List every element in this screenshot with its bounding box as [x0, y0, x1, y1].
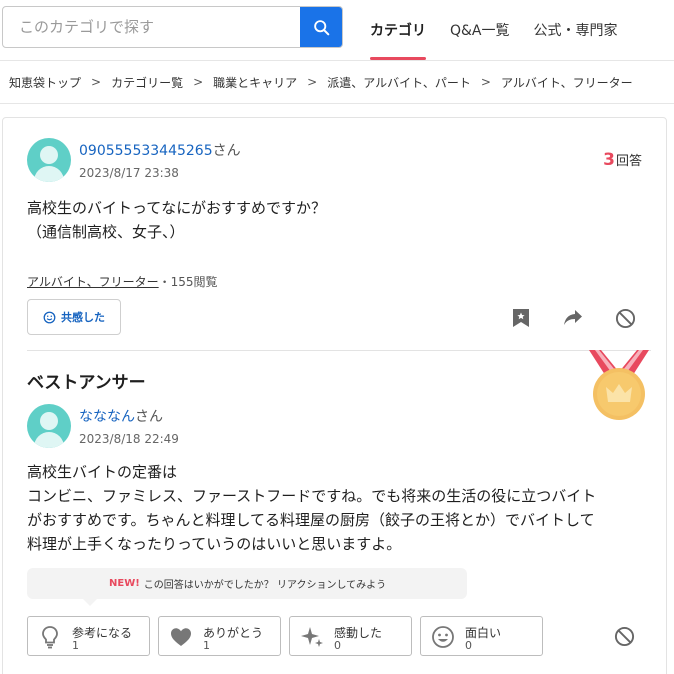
- chevron-right-icon: >: [91, 75, 102, 89]
- answer-user-link[interactable]: なななん: [79, 409, 135, 425]
- breadcrumb: 知恵袋トップ > カテゴリー覧 > 職業とキャリア > 派遣、アルバイト、パート…: [0, 60, 674, 104]
- answer-date: 2023/8/18 22:49: [79, 432, 179, 446]
- divider: [27, 350, 651, 351]
- question-avatar[interactable]: [27, 138, 71, 182]
- answer-body: 高校生バイトの定番は コンビニ、ファミレス、ファーストフードですね。でも将来の生…: [27, 463, 597, 553]
- bookmark-button[interactable]: [509, 306, 533, 330]
- question-card: 090555533445265さん 2023/8/17 23:38 3回答 高校…: [2, 117, 667, 674]
- chevron-right-icon: >: [307, 75, 318, 89]
- bookmark-icon: [513, 309, 529, 327]
- reaction-moved-button[interactable]: 感動した 0: [289, 616, 412, 656]
- breadcrumb-item-career[interactable]: 職業とキャリア: [213, 74, 297, 91]
- block-icon: [615, 308, 635, 328]
- search-button[interactable]: [300, 7, 342, 47]
- question-meta: アルバイト、フリーター・155閲覧: [27, 273, 218, 290]
- question-date: 2023/8/17 23:38: [79, 166, 179, 180]
- question-user: 090555533445265さん: [79, 143, 241, 159]
- search-box: [2, 6, 343, 48]
- new-badge: NEW!: [109, 578, 140, 589]
- reaction-helpful-button[interactable]: 参考になる 1: [27, 616, 150, 656]
- tab-category[interactable]: カテゴリ: [358, 0, 438, 60]
- search-input[interactable]: [3, 7, 301, 47]
- lightbulb-icon: [42, 626, 58, 649]
- sparkle-icon: [301, 627, 323, 647]
- block-icon: [614, 626, 634, 646]
- reaction-thanks-button[interactable]: ありがとう 1: [158, 616, 281, 656]
- breadcrumb-item-categories[interactable]: カテゴリー覧: [111, 74, 183, 91]
- search-icon: [313, 19, 329, 35]
- empathy-button[interactable]: 共感した: [27, 299, 121, 335]
- chevron-right-icon: >: [480, 75, 491, 89]
- tab-qa-list[interactable]: Q&A一覧: [438, 0, 522, 60]
- question-body: 高校生のバイトってなにがおすすめですか？ （通信制高校、女子、）: [27, 199, 326, 241]
- answer-avatar[interactable]: [27, 404, 71, 448]
- question-category-link[interactable]: アルバイト、フリーター: [27, 275, 159, 289]
- breadcrumb-item-dispatch[interactable]: 派遣、アルバイト、パート: [327, 74, 471, 91]
- report-button[interactable]: [613, 306, 637, 330]
- chevron-right-icon: >: [193, 75, 204, 89]
- tab-official-experts[interactable]: 公式・専門家: [522, 0, 630, 60]
- share-button[interactable]: [561, 306, 585, 330]
- question-user-link[interactable]: 090555533445265: [79, 143, 213, 159]
- best-answer-title: ベストアンサー: [27, 373, 146, 393]
- header: カテゴリ Q&A一覧 公式・専門家: [0, 0, 674, 60]
- answer-report-button[interactable]: [612, 624, 636, 648]
- breadcrumb-item-parttime[interactable]: アルバイト、フリーター: [501, 74, 633, 91]
- answer-user: なななんさん: [79, 409, 163, 425]
- nav-tabs: カテゴリ Q&A一覧 公式・専門家: [358, 0, 630, 60]
- reaction-funny-button[interactable]: 面白い 0: [420, 616, 543, 656]
- share-icon: [564, 310, 582, 325]
- smile-icon: [43, 311, 56, 323]
- medal-icon: [589, 350, 649, 420]
- view-count: ・155閲覧: [158, 275, 218, 289]
- heart-icon: [171, 628, 191, 646]
- answer-count: 3回答: [603, 150, 642, 170]
- breadcrumb-item-top[interactable]: 知恵袋トップ: [9, 74, 81, 91]
- reaction-prompt: NEW! この回答はいかがでしたか？ リアクションしてみよう: [27, 568, 467, 606]
- smile-icon: [432, 626, 454, 648]
